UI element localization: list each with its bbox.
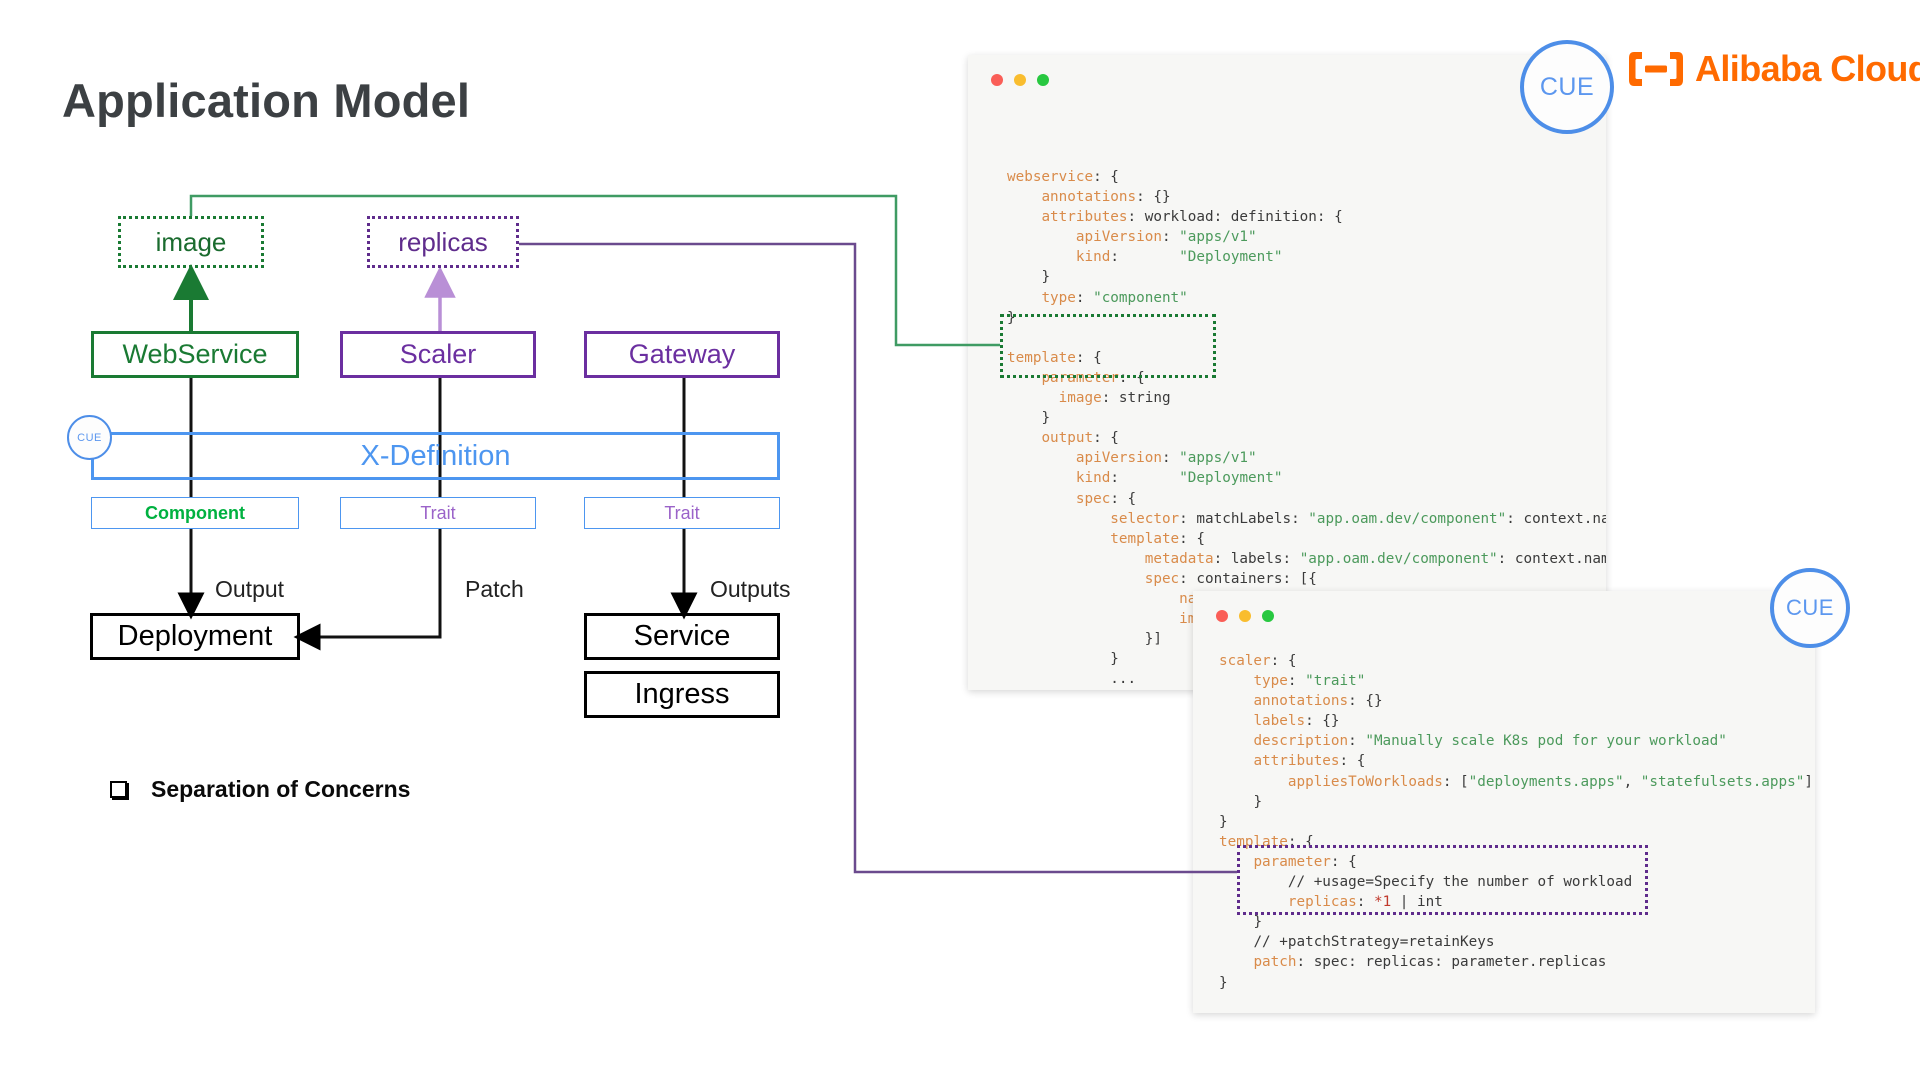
- x-definition-label: X-Definition: [360, 439, 511, 472]
- cue-badge-panel-1: CUE: [1520, 40, 1614, 134]
- kind-box-component[interactable]: Component: [91, 497, 299, 529]
- definition-box-scaler[interactable]: Scaler: [340, 331, 536, 378]
- definition-box-webservice-label: WebService: [122, 339, 268, 369]
- resource-box-deployment-label: Deployment: [117, 620, 273, 652]
- window-dots-2: [1216, 610, 1274, 622]
- x-definition-bar[interactable]: X-Definition: [91, 432, 780, 480]
- cue-badge-panel-1-label: CUE: [1539, 72, 1595, 101]
- edge-label-output: Output: [215, 576, 285, 602]
- maximize-dot-icon[interactable]: [1037, 74, 1049, 86]
- edge-trait1-patch-to-deployment: [293, 529, 442, 651]
- window-dots-1: [991, 74, 1049, 86]
- application-model-diagram: image replicas WebService Scaler Gateway…: [0, 0, 960, 1080]
- cue-badge-xdefinition-label: CUE: [77, 431, 102, 444]
- cue-badge-panel-2: CUE: [1770, 568, 1850, 648]
- close-dot-icon[interactable]: [1216, 610, 1228, 622]
- minimize-dot-icon[interactable]: [1014, 74, 1026, 86]
- alibaba-cloud-mark-icon: [1629, 52, 1683, 86]
- resource-box-deployment[interactable]: Deployment: [90, 613, 300, 660]
- close-dot-icon[interactable]: [991, 74, 1003, 86]
- definition-box-scaler-label: Scaler: [399, 339, 477, 369]
- checkbox-outline-icon: [110, 781, 127, 798]
- definition-box-gateway[interactable]: Gateway: [584, 331, 780, 378]
- code-panel-scaler[interactable]: scaler: { type: "trait" annotations: {} …: [1193, 591, 1815, 1013]
- kind-box-trait-2[interactable]: Trait: [584, 497, 780, 529]
- kind-box-trait-1[interactable]: Trait: [340, 497, 536, 529]
- alibaba-cloud-logo: Alibaba Cloud: [1628, 48, 1920, 90]
- maximize-dot-icon[interactable]: [1262, 610, 1274, 622]
- definition-box-gateway-label: Gateway: [628, 339, 736, 369]
- kind-box-trait-2-label: Trait: [664, 502, 700, 523]
- edge-label-patch: Patch: [465, 576, 524, 602]
- alibaba-cloud-wordmark: Alibaba Cloud: [1695, 48, 1920, 89]
- resource-box-service[interactable]: Service: [584, 613, 780, 660]
- edge-label-outputs: Outputs: [710, 576, 791, 602]
- parameter-box-replicas-label: replicas: [398, 226, 488, 257]
- diagram-connectors-svg: [173, 264, 698, 651]
- resource-box-service-label: Service: [633, 620, 731, 652]
- cue-badge-panel-2-label: CUE: [1786, 595, 1834, 620]
- parameter-box-replicas[interactable]: replicas: [367, 216, 519, 268]
- parameter-box-image-label: image: [155, 226, 227, 257]
- resource-box-ingress-label: Ingress: [634, 678, 730, 710]
- minimize-dot-icon[interactable]: [1239, 610, 1251, 622]
- code-block-scaler: scaler: { type: "trait" annotations: {} …: [1219, 653, 1813, 991]
- kind-box-trait-1-label: Trait: [420, 502, 456, 523]
- cue-badge-xdefinition: CUE: [67, 415, 112, 460]
- definition-box-webservice[interactable]: WebService: [91, 331, 299, 378]
- parameter-box-image[interactable]: image: [118, 216, 264, 268]
- kind-box-component-label: Component: [145, 502, 245, 523]
- separation-of-concerns-label: Separation of Concerns: [151, 776, 411, 802]
- resource-box-ingress[interactable]: Ingress: [584, 671, 780, 718]
- separation-of-concerns-bullet: Separation of Concerns: [110, 776, 410, 803]
